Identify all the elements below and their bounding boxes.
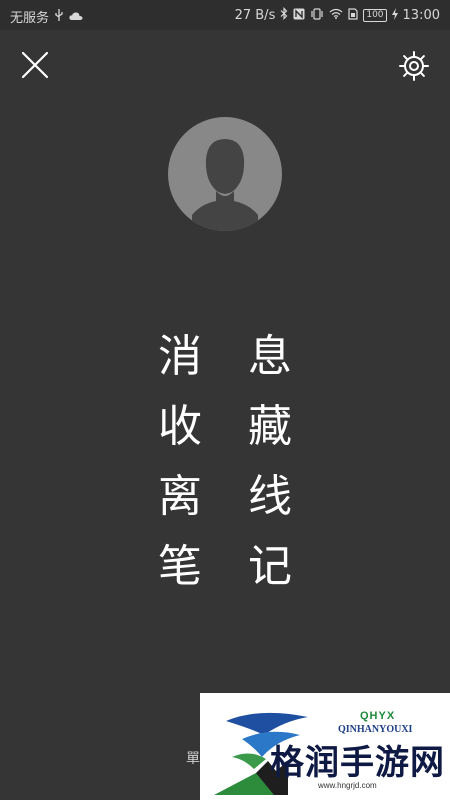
menu-item-messages[interactable]: 消 息 — [155, 322, 295, 392]
menu-item-offline[interactable]: 离 线 — [155, 462, 295, 532]
battery-icon: 100 — [363, 8, 387, 22]
close-button[interactable] — [20, 50, 50, 80]
menu-item-favorites[interactable]: 收 藏 — [155, 392, 295, 462]
watermark-code: QHYX — [360, 710, 396, 722]
menu-item-char: 消 — [158, 331, 202, 382]
menu-item-char: 收 — [158, 401, 202, 452]
settings-button[interactable] — [398, 50, 430, 82]
nfc-icon — [293, 8, 305, 23]
sim-icon — [348, 7, 358, 23]
avatar[interactable] — [168, 117, 282, 231]
menu-item-char: 离 — [158, 471, 202, 522]
menu-item-char: 记 — [248, 541, 292, 592]
menu-item-char: 线 — [248, 471, 292, 522]
partial-text: 單 — [186, 751, 200, 767]
gear-icon — [399, 51, 429, 81]
usb-icon — [54, 9, 64, 24]
cloud-icon — [69, 10, 83, 24]
menu-item-char: 藏 — [248, 401, 292, 452]
menu-item-char: 息 — [248, 331, 292, 382]
charging-icon — [391, 7, 398, 23]
close-icon — [21, 51, 49, 79]
watermark-url: www.hngrjd.com — [318, 781, 377, 790]
menu-item-notes[interactable]: 笔 记 — [155, 532, 295, 602]
menu-item-char: 笔 — [158, 541, 202, 592]
clock: 13:00 — [402, 7, 440, 23]
vibrate-icon — [310, 7, 324, 23]
network-speed: 27 B/s — [234, 7, 276, 23]
menu: 消 息 收 藏 离 线 笔 记 — [140, 322, 310, 602]
default-avatar-icon — [192, 139, 258, 231]
screen: 无服务 27 B/s 100 13:00 消 息 收 藏 离 线 笔 记 單 Q… — [0, 0, 450, 800]
watermark-subtitle: QINHANYOUXI — [338, 724, 413, 735]
status-bar: 无服务 27 B/s 100 13:00 — [0, 0, 450, 30]
carrier-text: 无服务 — [10, 11, 50, 26]
watermark-name: 格润手游网 — [270, 743, 445, 783]
status-right: 27 B/s 100 13:00 — [235, 7, 440, 23]
watermark: QHYX QINHANYOUXI 格润手游网 www.hngrjd.com — [200, 693, 450, 800]
status-left: 无服务 — [10, 7, 83, 26]
bluetooth-icon — [280, 7, 288, 23]
wifi-icon — [329, 8, 343, 22]
